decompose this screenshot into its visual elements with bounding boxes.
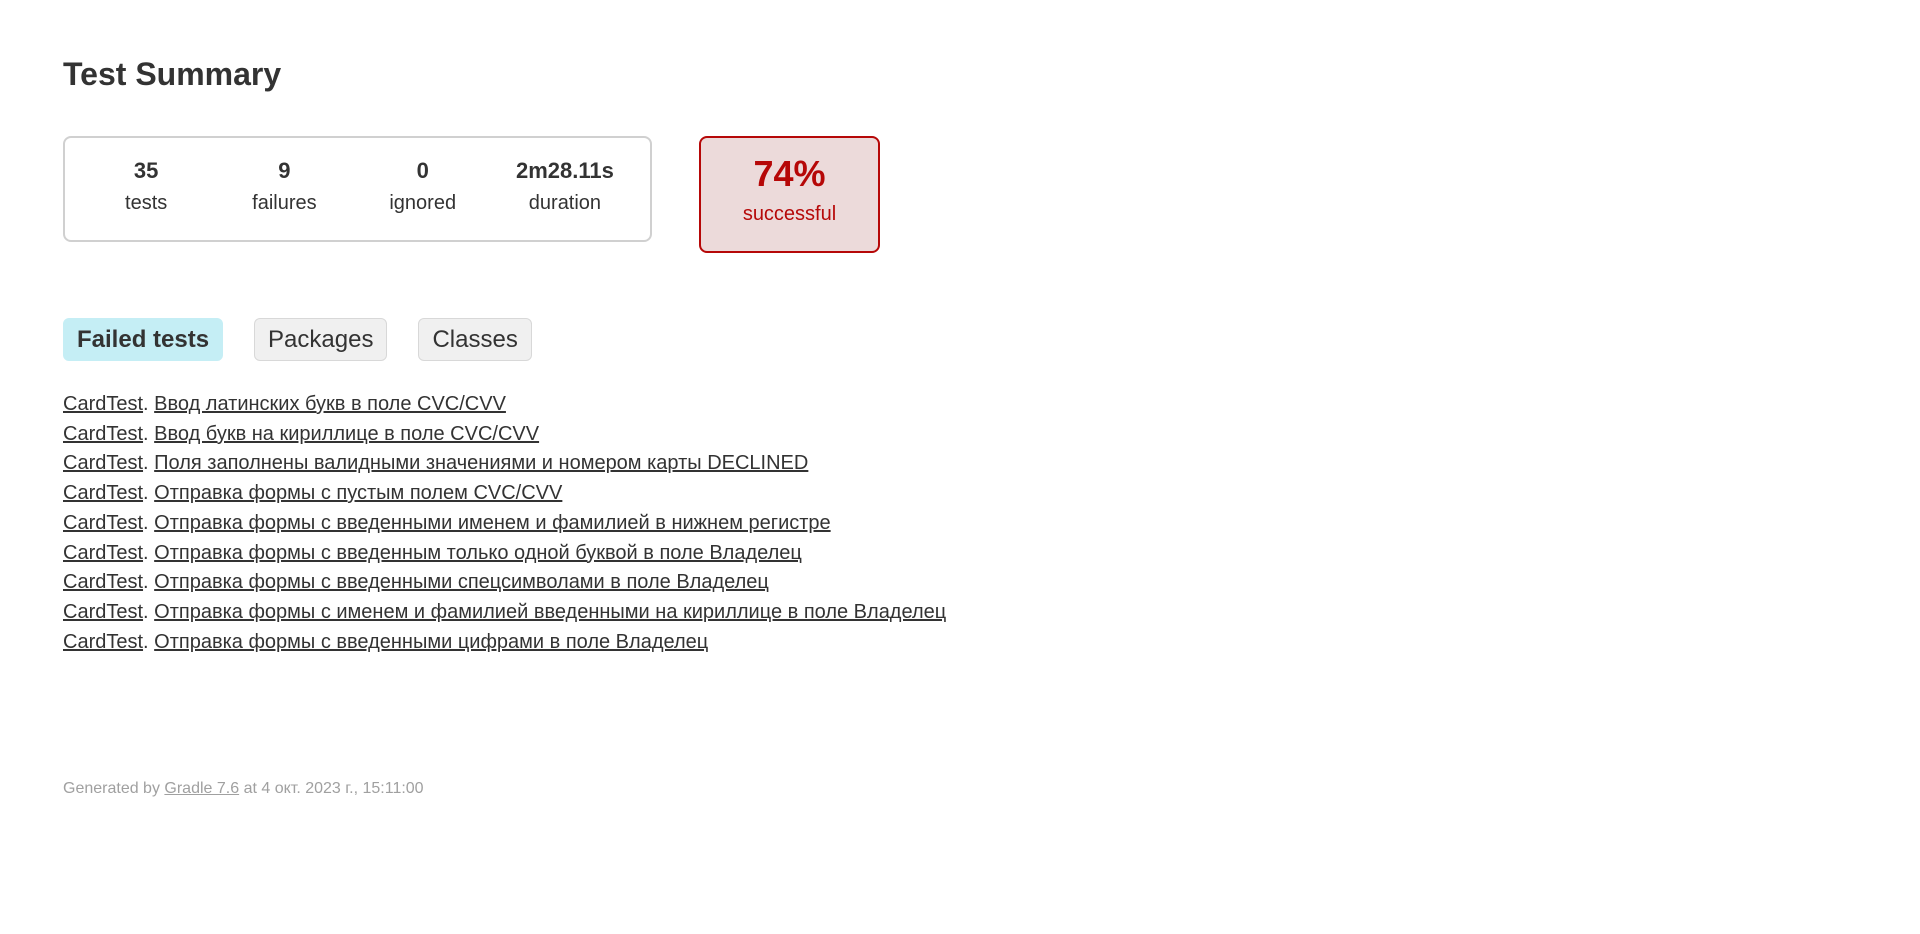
footer: Generated by Gradle 7.6 at 4 окт. 2023 г… <box>63 780 1857 798</box>
tab-failed-tests[interactable]: Failed tests <box>63 318 224 361</box>
counter-value: 9 <box>278 158 291 183</box>
class-link[interactable]: CardTest <box>63 631 143 653</box>
list-item: CardTest. Отправка формы с введенным тол… <box>63 541 802 564</box>
counter-label: duration <box>528 192 602 214</box>
class-link[interactable]: CardTest <box>63 542 143 564</box>
test-link[interactable]: Ввод букв на кириллице в поле CVC/CVV <box>154 423 539 445</box>
test-link[interactable]: Отправка формы с пустым полем CVC/CVV <box>154 482 562 504</box>
counter-ignored: 0 ignored <box>378 157 468 221</box>
tab-bar: Failed tests Packages Classes <box>63 318 1857 361</box>
test-link[interactable]: Отправка формы с введенными цифрами в по… <box>154 631 708 653</box>
class-link[interactable]: CardTest <box>63 571 143 593</box>
counter-label: tests <box>125 192 168 214</box>
class-link[interactable]: CardTest <box>63 423 143 445</box>
list-item: CardTest. Отправка формы с введенными ци… <box>63 630 709 653</box>
class-link[interactable]: CardTest <box>63 393 143 415</box>
test-link[interactable]: Поля заполнены валидными значениями и но… <box>154 452 808 474</box>
summary-row: 35 tests 9 failures 0 ignored 2m28.11s d… <box>63 136 1857 253</box>
footer-timestamp: at 4 окт. 2023 г., 15:11:00 <box>239 780 424 798</box>
page-title: Test Summary <box>63 56 282 92</box>
success-rate-value: 74% <box>753 153 826 194</box>
counter-value: 2m28.11s <box>515 158 614 183</box>
tab-classes[interactable]: Classes <box>418 318 532 361</box>
counter-tests: 35 tests <box>101 157 191 221</box>
list-item: CardTest. Ввод латинских букв в поле CVC… <box>63 393 506 415</box>
success-rate-label: successful <box>742 203 837 225</box>
class-link[interactable]: CardTest <box>63 512 143 534</box>
counter-value: 0 <box>416 158 429 183</box>
summary-counters: 35 tests 9 failures 0 ignored 2m28.11s d… <box>63 136 652 242</box>
test-link[interactable]: Отправка формы с введенными именем и фам… <box>154 512 830 534</box>
list-item: CardTest. Отправка формы с введенными сп… <box>63 571 769 594</box>
footer-prefix: Generated by <box>63 780 165 798</box>
test-link[interactable]: Отправка формы с введенными спецсимволам… <box>154 571 769 593</box>
counter-label: ignored <box>389 192 457 214</box>
test-link[interactable]: Отправка формы с введенным только одной … <box>154 542 802 564</box>
class-link[interactable]: CardTest <box>63 452 143 474</box>
class-link[interactable]: CardTest <box>63 482 143 504</box>
failed-tests-list: CardTest. Ввод латинских букв в поле CVC… <box>63 390 1857 657</box>
success-rate-box: 74% successful <box>699 136 880 253</box>
test-link[interactable]: Ввод латинских букв в поле CVC/CVV <box>154 393 506 415</box>
list-item: CardTest. Ввод букв на кириллице в поле … <box>63 422 540 445</box>
counter-label: failures <box>252 192 317 214</box>
tab-packages[interactable]: Packages <box>254 318 388 361</box>
list-item: CardTest. Отправка формы с именем и фами… <box>63 600 947 623</box>
test-link[interactable]: Отправка формы с именем и фамилией введе… <box>154 601 946 623</box>
list-item: CardTest. Поля заполнены валидными значе… <box>63 452 809 475</box>
list-item: CardTest. Отправка формы с пустым полем … <box>63 482 563 505</box>
counter-failures: 9 failures <box>239 157 329 221</box>
counter-duration: 2m28.11s duration <box>516 157 614 221</box>
report-content: Test Summary 35 tests 9 failures 0 ignor… <box>0 0 1920 798</box>
list-item: CardTest. Отправка формы с введенными им… <box>63 511 831 534</box>
counter-value: 35 <box>133 158 159 183</box>
class-link[interactable]: CardTest <box>63 601 143 623</box>
gradle-link[interactable]: Gradle 7.6 <box>164 780 239 797</box>
